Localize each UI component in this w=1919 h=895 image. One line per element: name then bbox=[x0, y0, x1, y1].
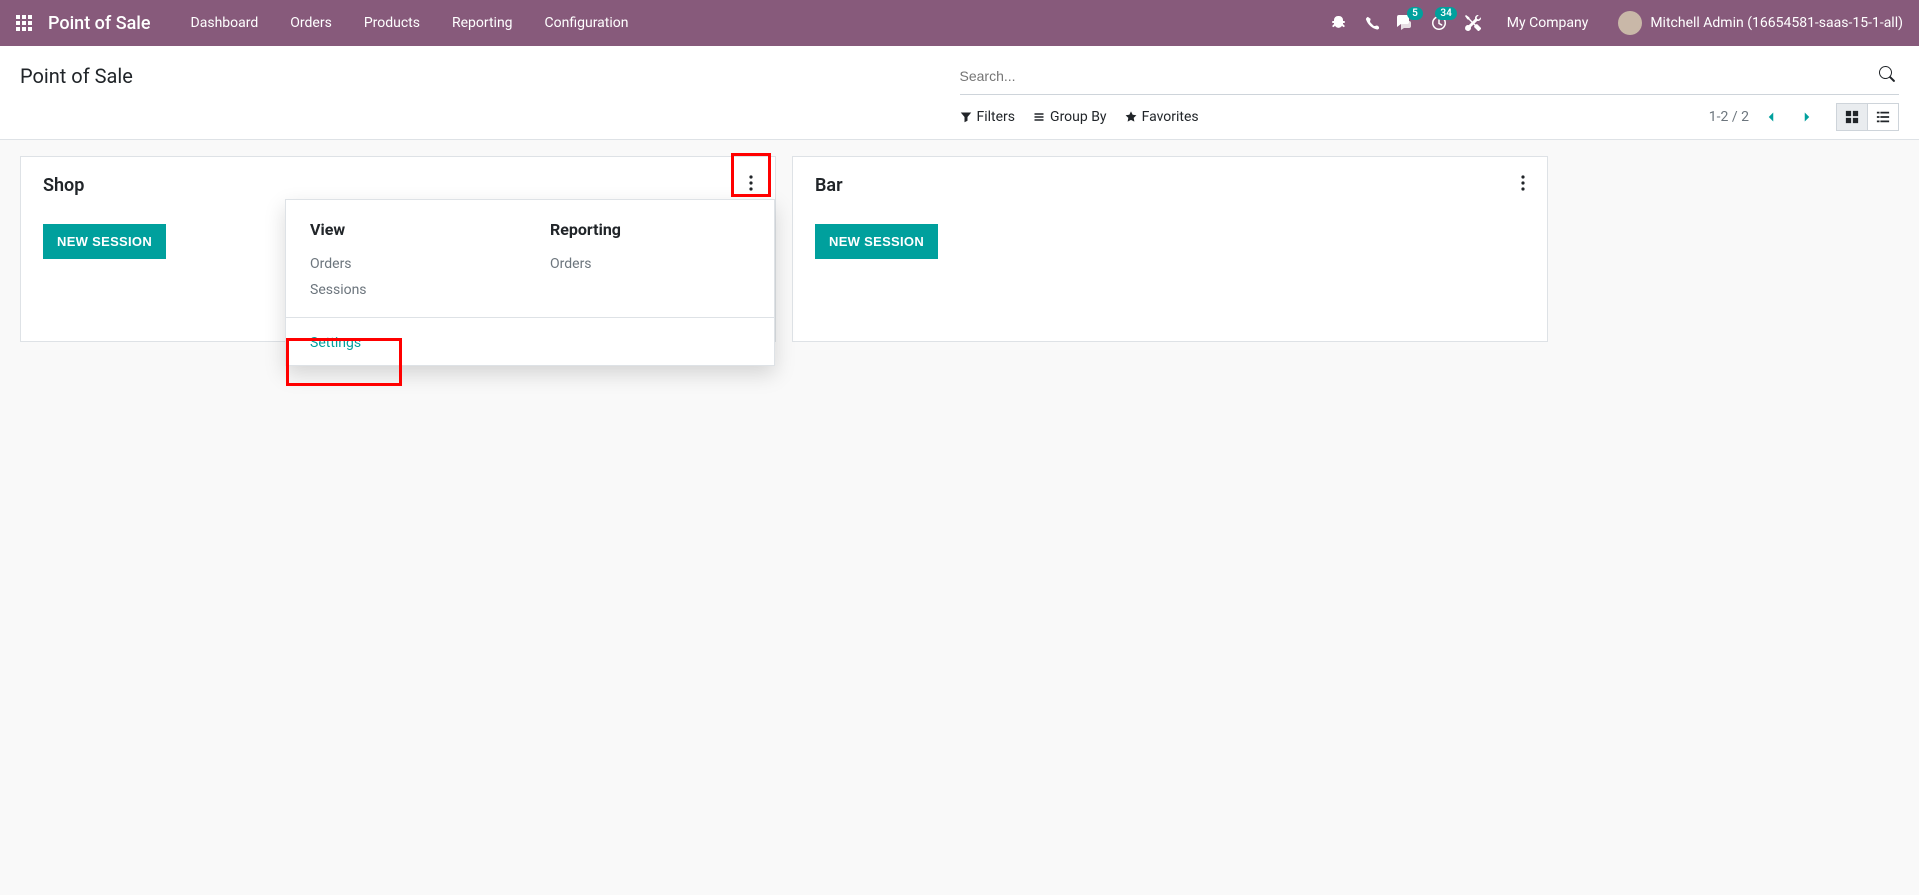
card-title: Bar bbox=[815, 175, 1525, 196]
phone-icon[interactable] bbox=[1365, 16, 1379, 30]
activities-badge: 34 bbox=[1435, 7, 1456, 20]
kanban-card-bar: Bar NEW SESSION bbox=[792, 156, 1548, 342]
page-title: Point of Sale bbox=[20, 58, 960, 88]
user-name: Mitchell Admin (16654581-saas-15-1-all) bbox=[1650, 15, 1903, 31]
popover-view-sessions[interactable]: Sessions bbox=[310, 277, 510, 303]
groupby-button[interactable]: Group By bbox=[1033, 105, 1107, 129]
control-panel: Point of Sale Filters Group By bbox=[0, 46, 1919, 140]
nav-orders[interactable]: Orders bbox=[274, 15, 348, 31]
groupby-label: Group By bbox=[1050, 109, 1107, 125]
card-title: Shop bbox=[43, 175, 753, 196]
list-view-button[interactable] bbox=[1867, 103, 1899, 131]
pager-next-icon[interactable] bbox=[1793, 105, 1821, 129]
popover-reporting-header: Reporting bbox=[550, 220, 750, 239]
popover-view-col: View Orders Sessions bbox=[310, 220, 510, 303]
popover-settings[interactable]: Settings bbox=[310, 335, 361, 351]
search-icon[interactable] bbox=[1875, 62, 1899, 90]
kanban-view: Shop NEW SESSION View Orders Sessions Re… bbox=[0, 140, 1919, 358]
popover-view-orders[interactable]: Orders bbox=[310, 251, 510, 277]
nav-dashboard[interactable]: Dashboard bbox=[175, 15, 275, 31]
search-input[interactable] bbox=[960, 62, 1876, 90]
avatar bbox=[1618, 11, 1642, 35]
popover-reporting-col: Reporting Orders bbox=[550, 220, 750, 303]
main-navbar: Point of Sale Dashboard Orders Products … bbox=[0, 0, 1919, 46]
systray: 5 34 My Company Mitchell Admin (16654581… bbox=[1331, 11, 1903, 35]
kanban-card-shop: Shop NEW SESSION View Orders Sessions Re… bbox=[20, 156, 776, 342]
favorites-label: Favorites bbox=[1142, 109, 1199, 125]
user-menu[interactable]: Mitchell Admin (16654581-saas-15-1-all) bbox=[1618, 11, 1903, 35]
activities-icon[interactable]: 34 bbox=[1431, 15, 1447, 31]
card-menu-icon[interactable] bbox=[741, 171, 761, 199]
popover-view-header: View bbox=[310, 220, 510, 239]
messaging-icon[interactable]: 5 bbox=[1397, 15, 1413, 31]
kanban-view-button[interactable] bbox=[1836, 103, 1868, 131]
nav-reporting[interactable]: Reporting bbox=[436, 15, 529, 31]
search-bar bbox=[960, 58, 1900, 95]
pager-value[interactable]: 1-2 / 2 bbox=[1709, 109, 1749, 125]
favorites-button[interactable]: Favorites bbox=[1125, 105, 1199, 129]
card-popover: View Orders Sessions Reporting Orders Se… bbox=[285, 199, 775, 366]
filters-label: Filters bbox=[977, 109, 1016, 125]
nav-configuration[interactable]: Configuration bbox=[529, 15, 645, 31]
card-menu-icon[interactable] bbox=[1513, 171, 1533, 199]
nav-products[interactable]: Products bbox=[348, 15, 436, 31]
filters-button[interactable]: Filters bbox=[960, 105, 1016, 129]
search-options: Filters Group By Favorites bbox=[960, 105, 1199, 129]
view-switcher bbox=[1837, 103, 1899, 131]
apps-icon[interactable] bbox=[16, 15, 32, 31]
messaging-badge: 5 bbox=[1407, 7, 1423, 20]
nav-links: Dashboard Orders Products Reporting Conf… bbox=[175, 15, 645, 31]
new-session-button[interactable]: NEW SESSION bbox=[43, 224, 166, 259]
pager-prev-icon[interactable] bbox=[1757, 105, 1785, 129]
debug-icon[interactable] bbox=[1331, 15, 1347, 31]
tools-icon[interactable] bbox=[1465, 15, 1481, 31]
popover-reporting-orders[interactable]: Orders bbox=[550, 251, 750, 277]
company-name[interactable]: My Company bbox=[1507, 15, 1589, 31]
new-session-button[interactable]: NEW SESSION bbox=[815, 224, 938, 259]
app-brand[interactable]: Point of Sale bbox=[48, 13, 151, 34]
pager: 1-2 / 2 bbox=[1709, 105, 1821, 129]
